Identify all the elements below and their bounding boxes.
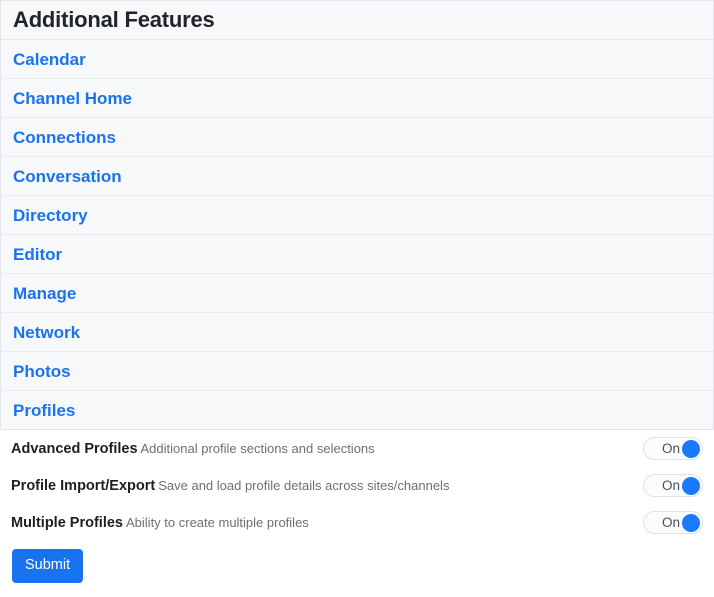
feature-name-multiple-profiles: Multiple Profiles <box>11 514 123 531</box>
list-item-network[interactable]: Network <box>1 313 713 352</box>
additional-features-panel: Additional Features Calendar Channel Hom… <box>0 0 714 430</box>
feature-toggle-list: Advanced Profiles Additional profile sect… <box>0 430 714 541</box>
toggle-knob-icon[interactable] <box>682 513 700 532</box>
toggle-knob-icon[interactable] <box>682 476 700 495</box>
link-manage[interactable]: Manage <box>13 285 76 302</box>
feature-row-advanced-profiles: Advanced Profiles Additional profile sect… <box>0 430 714 467</box>
list-item-conversation[interactable]: Conversation <box>1 157 713 196</box>
list-item-channel-home[interactable]: Channel Home <box>1 79 713 118</box>
toggle-state-label: On <box>661 477 680 493</box>
list-item-photos[interactable]: Photos <box>1 352 713 391</box>
link-photos[interactable]: Photos <box>13 363 71 380</box>
feature-label-group: Profile Import/Export Save and load profi… <box>11 478 643 494</box>
feature-label-group: Multiple Profiles Ability to create multi… <box>11 515 643 531</box>
toggle-advanced-profiles[interactable]: On <box>643 437 703 460</box>
feature-description-multiple-profiles: Ability to create multiple profiles <box>126 514 309 530</box>
toggle-profile-import-export[interactable]: On <box>643 474 703 497</box>
feature-row-multiple-profiles: Multiple Profiles Ability to create multi… <box>0 504 714 541</box>
toggle-multiple-profiles[interactable]: On <box>643 511 703 534</box>
link-conversation[interactable]: Conversation <box>13 168 122 185</box>
submit-button[interactable]: Submit <box>12 549 84 583</box>
link-calendar[interactable]: Calendar <box>13 51 86 68</box>
link-channel-home[interactable]: Channel Home <box>13 90 132 107</box>
feature-description-advanced-profiles: Additional profile sections and selectio… <box>140 440 375 456</box>
list-item-manage[interactable]: Manage <box>1 274 713 313</box>
page-title: Additional Features <box>13 7 215 32</box>
form-actions: Submit <box>0 541 714 583</box>
feature-name-advanced-profiles: Advanced Profiles <box>11 440 138 457</box>
list-item-profiles[interactable]: Profiles <box>1 391 713 430</box>
feature-description-profile-import-export: Save and load profile details across sit… <box>158 477 450 493</box>
link-editor[interactable]: Editor <box>13 246 62 263</box>
feature-name-profile-import-export: Profile Import/Export <box>11 477 156 494</box>
list-item-editor[interactable]: Editor <box>1 235 713 274</box>
panel-header: Additional Features <box>1 1 713 40</box>
additional-features-page: Additional Features Calendar Channel Hom… <box>0 0 714 597</box>
link-profiles[interactable]: Profiles <box>13 402 75 419</box>
list-item-calendar[interactable]: Calendar <box>1 40 713 79</box>
link-directory[interactable]: Directory <box>13 207 88 224</box>
toggle-knob-icon[interactable] <box>682 439 700 458</box>
list-item-directory[interactable]: Directory <box>1 196 713 235</box>
toggle-state-label: On <box>661 514 680 530</box>
link-network[interactable]: Network <box>13 324 80 341</box>
feature-row-profile-import-export: Profile Import/Export Save and load profi… <box>0 467 714 504</box>
link-connections[interactable]: Connections <box>13 129 116 146</box>
toggle-state-label: On <box>661 440 680 456</box>
feature-label-group: Advanced Profiles Additional profile sect… <box>11 441 643 457</box>
list-item-connections[interactable]: Connections <box>1 118 713 157</box>
